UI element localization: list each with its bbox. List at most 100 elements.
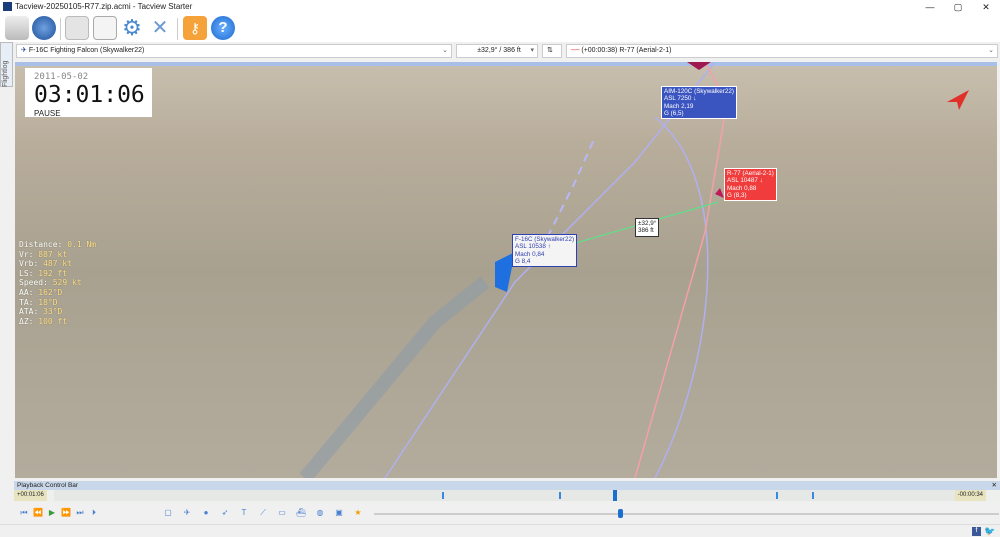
primary-object-value: F-16C Fighting Falcon (Skywalker22) — [28, 47, 145, 54]
label-line: Mach 2,19 — [664, 102, 694, 110]
speed-slider-track[interactable] — [374, 513, 999, 515]
play-icon[interactable]: ▶ — [46, 506, 58, 520]
aim120-label[interactable]: AIM-120C (Skywalker22) ASL 7250 ↓ Mach 2,1… — [661, 86, 737, 120]
secondary-object-select[interactable]: ━━ (+00:00:38) R-77 (Aerial-2-1) ⌄ — [566, 44, 998, 58]
telemetry-label: Vrb: — [19, 259, 39, 269]
f16-label[interactable]: F-16C (Skywalker22) ASL 10538 ↑ Mach 0,84 G… — [512, 234, 578, 268]
clock-time: 03:01:06 — [34, 82, 145, 108]
globe-icon[interactable] — [32, 16, 56, 40]
aircraft-icon[interactable]: ✈ — [181, 506, 193, 520]
telemetry-value: 18°D — [38, 297, 58, 307]
telemetry-row: Vrb: 487 kt — [19, 259, 96, 269]
minimize-button[interactable]: — — [916, 0, 944, 14]
clock-date: 2011-05-02 — [34, 72, 89, 82]
sphere-icon[interactable]: ◍ — [314, 506, 326, 520]
road — [299, 276, 490, 478]
missile-icon[interactable]: ➶ — [219, 506, 231, 520]
globe-icon[interactable]: ● — [200, 506, 212, 520]
ruler-icon[interactable]: ⟋ — [257, 506, 269, 520]
label-line: ASL 10487 ↓ — [727, 177, 763, 185]
key-icon[interactable]: ⚷ — [183, 16, 207, 40]
skip-end-icon[interactable]: ⏭ — [74, 506, 86, 520]
speed-slider-thumb[interactable] — [618, 509, 623, 518]
r77-label[interactable]: R-77 (Aerial-2-1) ASL 10487 ↓ Mach 0,88 G (… — [724, 168, 777, 202]
telemetry-label: Distance: — [19, 240, 63, 249]
toolbar-divider — [177, 18, 178, 40]
telemetry-value: 487 kt — [43, 259, 72, 269]
display-icon[interactable]: ▭ — [276, 506, 288, 520]
app-icon — [3, 2, 12, 11]
flightlog-side-tab[interactable]: Flightlog — [0, 42, 13, 87]
filter-icon[interactable]: ▣ — [333, 506, 345, 520]
bookmark-icon[interactable]: ★ — [352, 506, 364, 520]
document-icon[interactable] — [65, 16, 89, 40]
3d-viewport[interactable]: 2011-05-02 03:01:06 PAUSE Distance: 0.1 … — [15, 62, 997, 478]
event-marker[interactable] — [441, 492, 444, 499]
label-line: ASL 7250 ↓ — [664, 95, 697, 103]
usb-drive-icon[interactable] — [5, 16, 29, 40]
telemetry-panel: Distance: 0.1 Nm Vr: 887 kt Vrb: 487 kt LS:… — [19, 240, 96, 326]
frame-icon[interactable]: ⏵ — [88, 506, 100, 520]
elapsed-time: +00:01:06 — [14, 490, 47, 501]
telemetry-value: 887 kt — [38, 249, 68, 259]
telemetry-value: 192 ft — [38, 268, 68, 278]
maximize-button[interactable]: ▢ — [944, 0, 972, 14]
camera-mode-select[interactable]: ⇅ — [542, 44, 562, 58]
telemetry-label: AA: — [19, 287, 34, 297]
label-line: AIM-120C (Skywalker22) — [664, 88, 734, 95]
telemetry-row: Speed: 529 kt — [19, 278, 96, 288]
playback-controls: ⏮ ⏪ ▶ ⏩ ⏭ ⏵ ▢ ✈ ● ➶ T ⟋ ▭ ⛴ ◍ ▣ ★ — [14, 503, 1000, 523]
primary-object-select[interactable]: ✈ F-16C Fighting Falcon (Skywalker22) ⌄ — [16, 44, 452, 58]
timeline[interactable]: +00:01:06 -00:00:34 — [14, 490, 1000, 502]
telemetry-label: TA: — [19, 297, 34, 307]
status-bar: f 🐦 — [0, 524, 1000, 537]
close-button[interactable]: ✕ — [972, 0, 1000, 14]
pin-close-icon[interactable]: ✕ — [992, 481, 997, 490]
camera-icon[interactable]: ▢ — [162, 506, 174, 520]
playback-state: PAUSE — [34, 109, 61, 118]
label-line: F-16C (Skywalker22) — [515, 236, 575, 243]
remaining-time: -00:00:34 — [954, 490, 986, 501]
flightlog-tab-label: Flightlog — [2, 60, 9, 87]
text-icon[interactable]: T — [238, 506, 250, 520]
telemetry-row: Vr: 887 kt — [19, 250, 96, 260]
telemetry-row: ATA: 33°D — [19, 307, 96, 317]
main-toolbar: ⚙ ✕ ⚷ ? — [0, 14, 1000, 42]
label-line: ±32,9° — [638, 220, 657, 227]
telemetry-row: TA: 18°D — [19, 298, 96, 308]
tools-icon[interactable]: ✕ — [148, 16, 172, 40]
twitter-icon[interactable]: 🐦 — [984, 526, 995, 537]
facebook-icon[interactable]: f — [972, 527, 981, 536]
help-icon[interactable]: ? — [211, 16, 235, 40]
toolbar-divider — [60, 18, 61, 40]
clock-panel: 2011-05-02 03:01:06 PAUSE — [25, 68, 152, 118]
playback-bar-title: Playback Control Bar — [17, 482, 79, 489]
telemetry-label: ΔZ: — [19, 316, 34, 326]
event-marker[interactable] — [775, 492, 778, 499]
label-line: Mach 0,88 — [727, 184, 757, 192]
telemetry-value: 162°D — [38, 287, 63, 297]
skip-start-icon[interactable]: ⏮ — [18, 506, 30, 520]
angle-range-select[interactable]: ±32,9° / 386 ft ▾ — [456, 44, 538, 58]
notepad-pen-icon[interactable] — [93, 16, 117, 40]
aim120-trail — [384, 62, 716, 478]
event-marker[interactable] — [811, 492, 814, 499]
label-line: G 8,4 — [515, 257, 531, 265]
ship-icon[interactable]: ⛴ — [295, 506, 307, 520]
chevron-down-icon: ⌄ — [442, 47, 448, 54]
label-line: Mach 0,84 — [515, 250, 545, 258]
telemetry-label: LS: — [19, 268, 34, 278]
label-line: ASL 10538 ↑ — [515, 243, 551, 251]
label-line: G (8,3) — [727, 191, 747, 199]
title-bar: Tacview-20250105-R77.zip.acmi - Tacview … — [0, 0, 1000, 14]
gear-icon[interactable]: ⚙ — [120, 16, 144, 40]
trajectory-overlay — [15, 62, 997, 478]
step-forward-icon[interactable]: ⏩ — [60, 506, 72, 520]
telemetry-row: ΔZ: 100 ft — [19, 317, 96, 327]
sky-strip — [15, 62, 997, 66]
timeline-cursor[interactable] — [613, 490, 618, 501]
timeline-track[interactable] — [54, 490, 956, 501]
step-back-icon[interactable]: ⏪ — [32, 506, 44, 520]
event-marker[interactable] — [559, 492, 562, 499]
window-title: Tacview-20250105-R77.zip.acmi - Tacview … — [15, 2, 193, 11]
